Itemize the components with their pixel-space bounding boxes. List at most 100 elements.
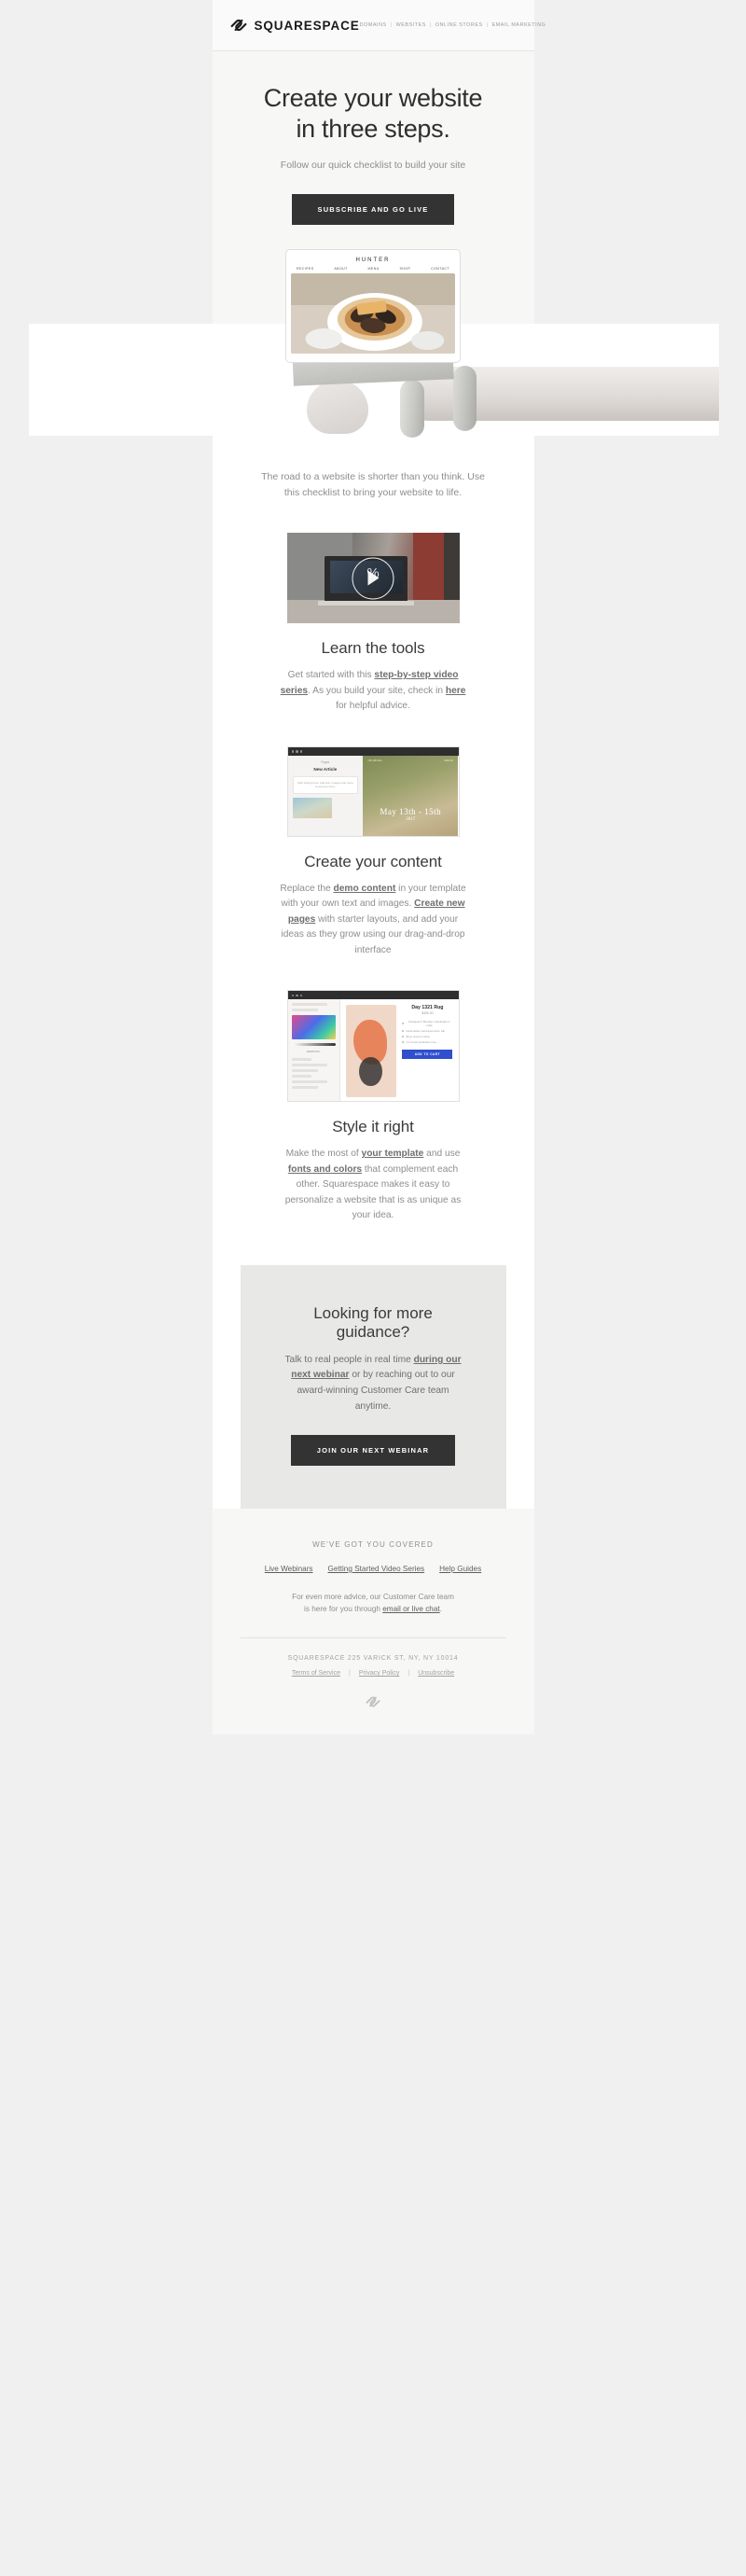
styler-control-row	[291, 1086, 319, 1090]
builder-image-block	[292, 797, 332, 818]
join-our-next-webinar-button[interactable]: JOIN OUR NEXT WEBINAR	[290, 1435, 456, 1467]
builder-text-block: Start writing here. Add text, images and…	[292, 775, 359, 794]
step-1-body: Get started with this step-by-step video…	[269, 668, 478, 715]
bullet-dot-icon	[402, 1023, 405, 1025]
window-dot	[296, 750, 298, 753]
hex-value-label: #E8845C	[307, 1050, 321, 1054]
email-footer: WE'VE GOT YOU COVERED Live Webinars Gett…	[212, 1509, 534, 1735]
styler-control-row	[291, 1069, 319, 1073]
legal-links: Terms of Service | Privacy Policy | Unsu…	[241, 1670, 506, 1677]
legal-separator: |	[408, 1670, 410, 1678]
subscribe-and-go-live-button[interactable]: SUBSCRIBE AND GO LIVE	[291, 193, 455, 225]
hero-heading-line1: Create your website	[263, 84, 483, 112]
nav-link-websites[interactable]: WEBSITES	[396, 22, 426, 28]
squarespace-logo-icon	[230, 19, 246, 32]
builder-preview-nav-journal: JOURNAL	[367, 758, 383, 762]
preview-food-photo	[291, 272, 455, 354]
color-picker-swatch[interactable]	[291, 1015, 337, 1040]
hand-knuckle-shape	[306, 379, 368, 434]
step-learn-the-tools: % Learn the tools Get started with this …	[241, 501, 506, 715]
styler-titlebar	[287, 991, 459, 1000]
step-2-body: Replace the demo content in your templat…	[269, 882, 478, 959]
brand-lockup[interactable]: SQUARESPACE	[229, 16, 360, 35]
footer-link-getting-started-video-series[interactable]: Getting Started Video Series	[328, 1565, 425, 1573]
nav-link-email-marketing[interactable]: EMAIL MARKETING	[492, 22, 546, 28]
styler-control-row	[291, 1064, 327, 1067]
styler-preview-pane: Day 1321 Rug $450.00 Designed in Brookly…	[340, 999, 459, 1102]
builder-preview-nav: JOURNAL MENU	[363, 759, 458, 762]
product-name: Day 1321 Rug	[411, 1005, 444, 1011]
legal-block: SQUARESPACE 225 VARICK ST, NY, NY 10014 …	[241, 1638, 506, 1677]
product-bullet-text: Designed in Brooklyn, handmade in India	[408, 1020, 450, 1028]
product-price: $450.00	[421, 1011, 434, 1016]
step-1-title: Learn the tools	[321, 639, 425, 658]
company-address: SQUARESPACE 225 VARICK ST, NY, NY 10014	[287, 1655, 459, 1663]
step-2-link-demo-content[interactable]: demo content	[334, 884, 396, 894]
brand-name: SQUARESPACE	[254, 18, 360, 33]
step-1-text-1: Get started with this	[287, 670, 375, 681]
window-dot	[299, 994, 303, 997]
footer-links: Live Webinars Getting Started Video Seri…	[241, 1565, 506, 1573]
footer-link-email-or-live-chat[interactable]: email or live chat	[382, 1605, 439, 1613]
window-dot	[291, 994, 295, 997]
styler-control-row	[291, 1009, 319, 1012]
legal-link-unsubscribe[interactable]: Unsubscribe	[418, 1670, 454, 1677]
intro-copy: The road to a website is shorter than yo…	[261, 470, 485, 498]
step-1-link-here[interactable]: here	[446, 686, 466, 696]
nav-link-domains[interactable]: DOMAINS	[360, 22, 387, 28]
builder-preview-date: May 13th - 15th 2017	[363, 807, 458, 822]
footer-link-help-guides[interactable]: Help Guides	[439, 1565, 481, 1573]
color-slider[interactable]	[291, 1043, 337, 1047]
step-3-media[interactable]: #E8845C Day 1321 Rug $450.00 Designed in…	[286, 990, 460, 1103]
nav-separator: |	[429, 22, 432, 28]
product-bullet: Designed in Brooklyn, handmade in India	[402, 1020, 452, 1027]
guidance-body: Talk to real people in real time during …	[283, 1353, 463, 1414]
bullet-dot-icon	[402, 1030, 405, 1033]
product-bullet: Hand-tufted, hand-dyed wool, silk	[402, 1029, 452, 1033]
play-icon[interactable]	[352, 557, 394, 600]
footer-note-line3: .	[439, 1605, 442, 1614]
nav-separator: |	[486, 22, 489, 28]
bullet-dot-icon	[402, 1041, 405, 1044]
product-bullet-text: 1-2 month production time	[406, 1040, 436, 1045]
product-info: Day 1321 Rug $450.00 Designed in Brookly…	[402, 1005, 453, 1097]
window-dot	[299, 750, 303, 753]
preview-site-header: HUNTER	[291, 255, 455, 267]
website-preview-card: HUNTER RECIPES ABOUT MENU SHOP CONTACT	[285, 248, 461, 363]
legal-link-privacy-policy[interactable]: Privacy Policy	[359, 1670, 400, 1677]
email-body: SQUARESPACE DOMAINS | WEBSITES | ONLINE …	[28, 0, 719, 1735]
nav-separator: |	[390, 22, 393, 28]
footer-note: For even more advice, our Customer Care …	[241, 1591, 506, 1615]
builder-sidebar-label: Pages	[321, 759, 330, 764]
preview-nav-menu: MENU	[367, 266, 380, 271]
step-1-media[interactable]: %	[286, 533, 460, 624]
hero-heading: Create your website in three steps.	[241, 83, 506, 145]
footer-logo	[241, 1677, 506, 1734]
step-3-link-your-template[interactable]: your template	[362, 1149, 424, 1159]
squarespace-logo-icon	[366, 1696, 380, 1707]
builder-preview-date-line1: May 13th - 15th	[380, 806, 442, 816]
step-3-body: Make the most of your template and use f…	[269, 1147, 478, 1224]
concrete-cylinder-right	[452, 365, 477, 431]
builder-editor-pane: Pages New Article Start writing here. Ad…	[287, 755, 364, 836]
step-2-title: Create your content	[304, 852, 442, 870]
step-2-media[interactable]: Pages New Article Start writing here. Ad…	[286, 745, 460, 837]
window-dot	[291, 750, 295, 753]
preview-nav-shop: SHOP	[399, 266, 411, 271]
add-to-cart-button[interactable]: ADD TO CART	[402, 1050, 453, 1060]
product-bullet-text: 80 gr. wool on cotton	[406, 1035, 431, 1039]
step-style-it-right: #E8845C Day 1321 Rug $450.00 Designed in…	[241, 958, 506, 1224]
footer-link-live-webinars[interactable]: Live Webinars	[265, 1565, 313, 1573]
legal-link-terms-of-service[interactable]: Terms of Service	[292, 1670, 340, 1677]
legal-separator: |	[348, 1670, 351, 1678]
rug-blob-dark	[359, 1056, 383, 1087]
step-3-link-fonts-and-colors[interactable]: fonts and colors	[288, 1164, 362, 1175]
hero-section: Create your website in three steps. Foll…	[28, 51, 719, 438]
preview-nav-about: ABOUT	[334, 266, 348, 271]
video-thumbnail[interactable]: %	[286, 533, 460, 624]
builder-preview-nav-menu: MENU	[444, 758, 454, 762]
nav-link-online-stores[interactable]: ONLINE STORES	[435, 22, 483, 28]
product-bullet: 1-2 month production time	[402, 1040, 452, 1044]
concrete-cylinder-left	[399, 379, 424, 438]
step-1-text-3: for helpful advice.	[336, 701, 410, 712]
